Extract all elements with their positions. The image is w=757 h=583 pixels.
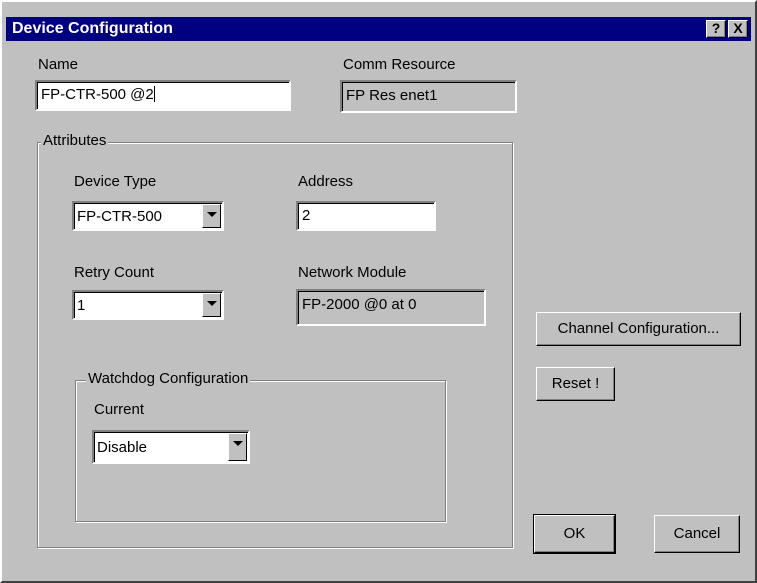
title-bar[interactable]: Device Configuration ? X	[6, 17, 751, 41]
comm-resource-value: FP Res enet1	[346, 87, 438, 104]
attributes-group-label: Attributes	[41, 132, 109, 149]
watchdog-configuration-label: Watchdog Configuration	[86, 370, 251, 387]
reset-button[interactable]: Reset !	[536, 367, 615, 401]
current-value: Disable	[97, 439, 148, 456]
comm-resource-field: FP Res enet1	[340, 80, 517, 113]
current-dropdown[interactable]: Disable	[92, 430, 250, 464]
cancel-button[interactable]: Cancel	[654, 515, 740, 553]
address-value: 2	[302, 207, 311, 224]
network-module-value: FP-2000 @0 at 0	[302, 296, 417, 313]
chevron-down-icon[interactable]	[202, 204, 221, 228]
device-type-dropdown[interactable]: FP-CTR-500	[72, 201, 224, 231]
chevron-down-icon[interactable]	[202, 293, 221, 317]
ok-label: OK	[563, 525, 586, 542]
address-label: Address	[298, 173, 354, 190]
text-cursor	[153, 86, 155, 102]
help-icon: ?	[711, 20, 721, 36]
dialog-title: Device Configuration	[12, 20, 173, 37]
cancel-label: Cancel	[673, 525, 721, 542]
name-label: Name	[38, 56, 79, 73]
chevron-down-icon[interactable]	[228, 433, 247, 461]
retry-count-label: Retry Count	[74, 264, 155, 281]
comm-resource-label: Comm Resource	[343, 56, 456, 73]
channel-configuration-button[interactable]: Channel Configuration...	[536, 312, 741, 346]
ok-button[interactable]: OK	[533, 514, 616, 554]
address-field[interactable]: 2	[296, 201, 436, 231]
help-button[interactable]: ?	[706, 20, 726, 38]
current-label: Current	[94, 401, 145, 418]
name-field[interactable]: FP-CTR-500 @2	[35, 80, 291, 111]
close-icon: X	[733, 20, 743, 36]
device-type-value: FP-CTR-500	[77, 208, 163, 225]
retry-count-value: 1	[77, 297, 86, 314]
network-module-label: Network Module	[298, 264, 407, 281]
network-module-field: FP-2000 @0 at 0	[296, 289, 486, 326]
channel-configuration-label: Channel Configuration...	[557, 320, 720, 337]
retry-count-dropdown[interactable]: 1	[72, 290, 224, 320]
device-type-label: Device Type	[74, 173, 157, 190]
close-button[interactable]: X	[728, 20, 748, 38]
reset-label: Reset !	[551, 375, 600, 392]
name-value: FP-CTR-500 @2	[41, 86, 154, 103]
